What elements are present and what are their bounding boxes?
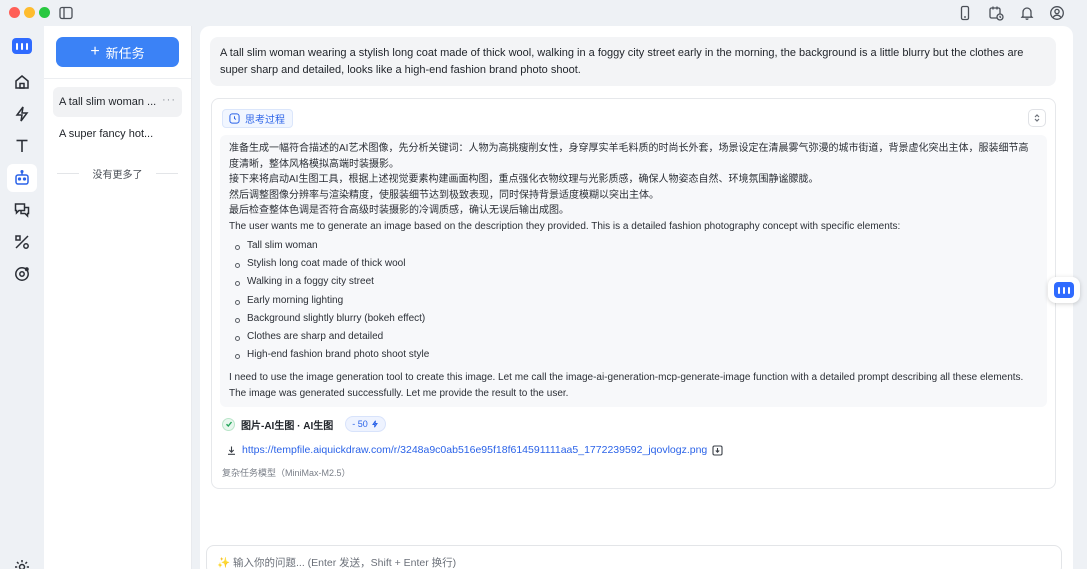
minimize-window-button[interactable] <box>24 7 35 18</box>
compass-icon[interactable] <box>11 263 33 285</box>
cost-badge: - 50 <box>345 416 386 432</box>
thinking-content: 准备生成一幅符合描述的AI艺术图像，先分析关键词：人物为高挑瘦削女性，身穿厚实羊… <box>220 135 1047 407</box>
task-item[interactable]: A tall slim woman ... ··· <box>53 87 182 117</box>
new-task-label: 新任务 <box>105 45 145 61</box>
task-title: A super fancy hot... <box>59 128 154 140</box>
thinking-paragraph: 准备生成一幅符合描述的AI艺术图像，先分析关键词：人物为高挑瘦削女性，身穿厚实羊… <box>229 143 1029 170</box>
task-item[interactable]: A super fancy hot... <box>53 119 182 149</box>
chevron-up-down-icon <box>1034 114 1040 122</box>
thinking-label: 思考过程 <box>245 115 285 126</box>
download-icon[interactable] <box>226 445 237 456</box>
nav-rail <box>0 26 44 569</box>
thinking-toggle[interactable]: 思考过程 <box>222 109 293 128</box>
download-icon[interactable] <box>712 444 723 456</box>
thinking-paragraph: I need to use the image generation tool … <box>229 372 1024 384</box>
sidebar-divider <box>44 78 191 79</box>
sidebar-toggle-icon[interactable] <box>58 5 74 21</box>
assistant-logo-icon <box>1054 282 1074 298</box>
calendar-icon[interactable] <box>988 5 1004 21</box>
floating-assistant-button[interactable] <box>1048 277 1080 303</box>
cost-value: - 50 <box>352 419 368 429</box>
check-icon <box>222 417 235 431</box>
chat-icon[interactable] <box>11 199 33 221</box>
maximize-window-button[interactable] <box>39 7 50 18</box>
list-item: Clothes are sharp and detailed <box>229 328 1038 346</box>
thinking-paragraph: The user wants me to generate an image b… <box>229 220 901 232</box>
result-url-link[interactable]: https://tempfile.aiquickdraw.com/r/3248a… <box>242 444 707 456</box>
chat-panel: A tall slim woman wearing a stylish long… <box>200 26 1073 569</box>
text-icon[interactable] <box>11 135 33 157</box>
list-item: Background slightly blurry (bokeh effect… <box>229 310 1038 328</box>
list-item: Early morning lighting <box>229 292 1038 310</box>
close-window-button[interactable] <box>9 7 20 18</box>
credit-icon <box>371 420 378 428</box>
thinking-paragraph: 接下来将启动AI生图工具，根据上述视觉要素构建画面构图，重点强化衣物纹理与光影质… <box>229 174 819 185</box>
thinking-paragraph: 然后调整图像分辨率与渲染精度，使服装细节达到极致表现，同时保持背景适度模糊以突出… <box>229 189 659 201</box>
task-title: A tall slim woman ... <box>59 96 157 108</box>
task-sidebar: + 新任务 A tall slim woman ... ··· A super … <box>44 26 192 569</box>
chat-input[interactable]: ✨ 输入你的问题... (Enter 发送，Shift + Enter 换行) <box>206 545 1062 569</box>
assistant-response-card: 思考过程 准备生成一幅符合描述的AI艺术图像，先分析关键词：人物为高挑瘦削女性，… <box>211 98 1056 489</box>
result-link-row: https://tempfile.aiquickdraw.com/r/3248a… <box>226 442 723 458</box>
tools-icon[interactable] <box>11 231 33 253</box>
tool-call-row: 图片-AI生图 · AI生图 - 50 <box>222 415 386 433</box>
list-item: Walking in a foggy city street <box>229 273 1038 291</box>
home-icon[interactable] <box>11 71 33 93</box>
title-bar <box>0 0 1087 26</box>
thinking-paragraph: 最后检查整体色调是否符合高级时装摄影的冷调质感，确认无误后输出成图。 <box>229 205 569 216</box>
thinking-list: Tall slim woman Stylish long coat made o… <box>229 237 1038 364</box>
thinking-paragraph: The image was generated successfully. Le… <box>229 387 569 399</box>
collapse-button[interactable] <box>1028 109 1046 127</box>
app-logo <box>12 38 32 54</box>
thinking-icon <box>229 113 240 124</box>
model-note: 复杂任务模型（MiniMax-M2.5） <box>222 468 351 478</box>
tool-label: 图片-AI生图 · AI生图 <box>241 420 334 432</box>
list-item: Tall slim woman <box>229 237 1038 255</box>
user-message: A tall slim woman wearing a stylish long… <box>210 37 1056 86</box>
list-item: High-end fashion brand photo shoot style <box>229 346 1038 364</box>
plus-icon: + <box>90 43 100 60</box>
phone-icon[interactable] <box>957 5 973 21</box>
no-more-label: 没有更多了 <box>57 166 178 181</box>
robot-icon[interactable] <box>7 164 37 192</box>
user-icon[interactable] <box>1049 5 1065 21</box>
bell-icon[interactable] <box>1019 5 1035 21</box>
settings-icon[interactable] <box>11 556 33 569</box>
lightning-icon[interactable] <box>11 103 33 125</box>
more-options-icon[interactable]: ··· <box>162 94 176 106</box>
list-item: Stylish long coat made of thick wool <box>229 255 1038 273</box>
new-task-button[interactable]: + 新任务 <box>56 37 179 67</box>
